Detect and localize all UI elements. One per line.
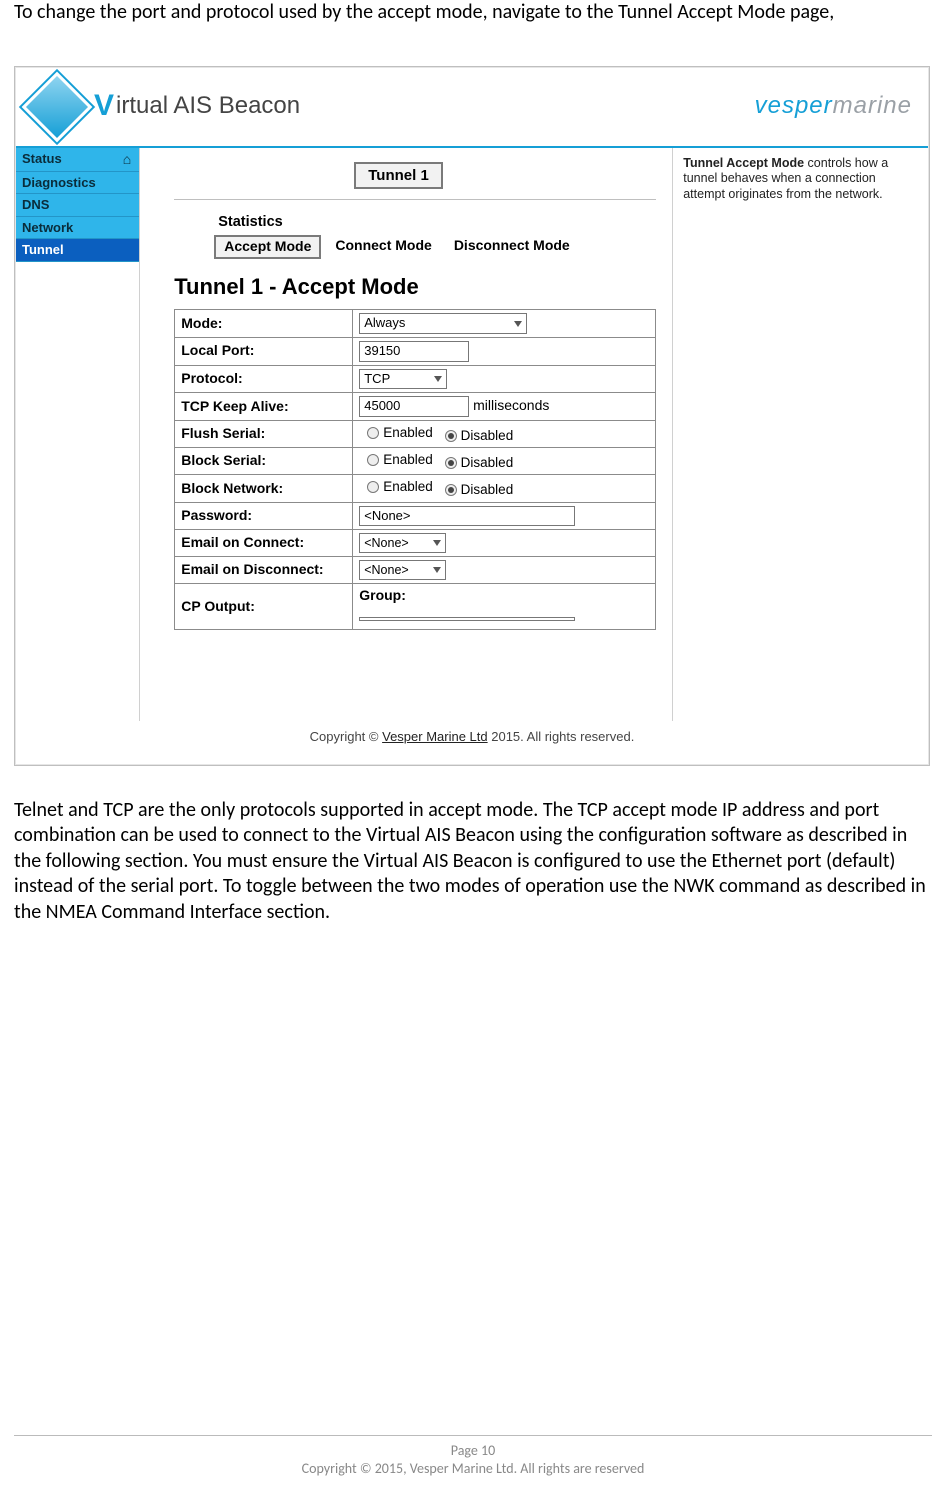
config-header: V irtual AIS Beacon vespermarine <box>16 68 928 148</box>
link-statistics[interactable]: Statistics <box>218 213 282 232</box>
label-email-connect: Email on Connect: <box>175 530 353 557</box>
help-term: Tunnel Accept Mode <box>683 156 804 170</box>
settings-table: Mode: Always Local Port: 39150 Protocol: <box>174 309 656 630</box>
radio-block-serial-disabled[interactable]: Disabled <box>445 454 514 471</box>
sidebar-item-status[interactable]: Status ⌂ <box>16 148 139 172</box>
label-block-network: Block Network: <box>175 475 353 502</box>
help-panel: Tunnel Accept Mode controls how a tunnel… <box>672 148 928 721</box>
tab-tunnel-1[interactable]: Tunnel 1 <box>354 162 443 189</box>
select-email-connect[interactable]: <None> <box>359 533 445 553</box>
sidebar-item-diagnostics[interactable]: Diagnostics <box>16 172 139 195</box>
unit-milliseconds: milliseconds <box>473 397 549 413</box>
copyright-line: Copyright © 2015, Vesper Marine Ltd. All… <box>0 1460 946 1478</box>
radio-block-serial-enabled[interactable]: Enabled <box>367 451 433 468</box>
tab-disconnect-mode[interactable]: Disconnect Mode <box>446 235 578 259</box>
tab-connect-mode[interactable]: Connect Mode <box>327 235 439 259</box>
sidebar-item-label: Diagnostics <box>22 175 96 192</box>
home-icon: ⌂ <box>123 151 131 169</box>
product-title: V irtual AIS Beacon <box>32 82 300 132</box>
main-panel: Tunnel 1 Statistics Accept Mode Connect … <box>140 148 672 721</box>
page-number: Page 10 <box>0 1442 946 1460</box>
tab-accept-mode[interactable]: Accept Mode <box>214 235 321 259</box>
label-group: Group: <box>359 587 649 605</box>
label-password: Password: <box>175 502 353 530</box>
radio-block-network-enabled[interactable]: Enabled <box>367 478 433 495</box>
input-group[interactable] <box>359 617 575 621</box>
select-email-disconnect[interactable]: <None> <box>359 560 445 580</box>
sidebar-item-label: Status <box>22 151 62 168</box>
link-vesper-marine[interactable]: Vesper Marine Ltd <box>382 729 488 744</box>
chevron-down-icon <box>434 376 442 382</box>
config-footer: Copyright © Vesper Marine Ltd 2015. All … <box>16 721 928 764</box>
input-local-port[interactable]: 39150 <box>359 341 469 362</box>
input-keep-alive[interactable]: 45000 <box>359 396 469 417</box>
sidebar-item-tunnel[interactable]: Tunnel <box>16 239 139 262</box>
sidebar-item-label: Tunnel <box>22 242 64 259</box>
product-title-initial: V <box>94 87 114 125</box>
sidebar-item-dns[interactable]: DNS <box>16 194 139 217</box>
sidebar-item-label: Network <box>22 220 73 237</box>
label-keep-alive: TCP Keep Alive: <box>175 393 353 421</box>
sidebar-item-network[interactable]: Network <box>16 217 139 240</box>
divider <box>174 199 656 200</box>
radio-flush-serial-enabled[interactable]: Enabled <box>367 424 433 441</box>
label-email-disconnect: Email on Disconnect: <box>175 557 353 584</box>
config-ui-screenshot: V irtual AIS Beacon vespermarine Status … <box>14 66 930 766</box>
brand-logo: vespermarine <box>755 91 912 122</box>
logo-diamond-icon <box>22 71 93 142</box>
select-protocol[interactable]: TCP <box>359 369 447 390</box>
label-protocol: Protocol: <box>175 365 353 393</box>
chevron-down-icon <box>433 567 441 573</box>
page-footer: Page 10 Copyright © 2015, Vesper Marine … <box>0 1435 946 1478</box>
product-title-rest: irtual AIS Beacon <box>116 91 300 122</box>
outro-paragraph: Telnet and TCP are the only protocols su… <box>14 798 932 926</box>
chevron-down-icon <box>514 321 522 327</box>
label-local-port: Local Port: <box>175 338 353 366</box>
label-cp-output: CP Output: <box>175 584 353 630</box>
intro-paragraph: To change the port and protocol used by … <box>14 0 932 26</box>
input-password[interactable]: <None> <box>359 506 575 527</box>
sidebar-item-label: DNS <box>22 197 49 214</box>
radio-flush-serial-disabled[interactable]: Disabled <box>445 427 514 444</box>
section-heading: Tunnel 1 - Accept Mode <box>174 273 656 301</box>
chevron-down-icon <box>433 540 441 546</box>
radio-block-network-disabled[interactable]: Disabled <box>445 481 514 498</box>
label-block-serial: Block Serial: <box>175 448 353 475</box>
label-mode: Mode: <box>175 310 353 338</box>
label-flush-serial: Flush Serial: <box>175 420 353 447</box>
sidebar-nav: Status ⌂ Diagnostics DNS Network Tunnel <box>16 148 140 721</box>
select-mode[interactable]: Always <box>359 313 527 334</box>
